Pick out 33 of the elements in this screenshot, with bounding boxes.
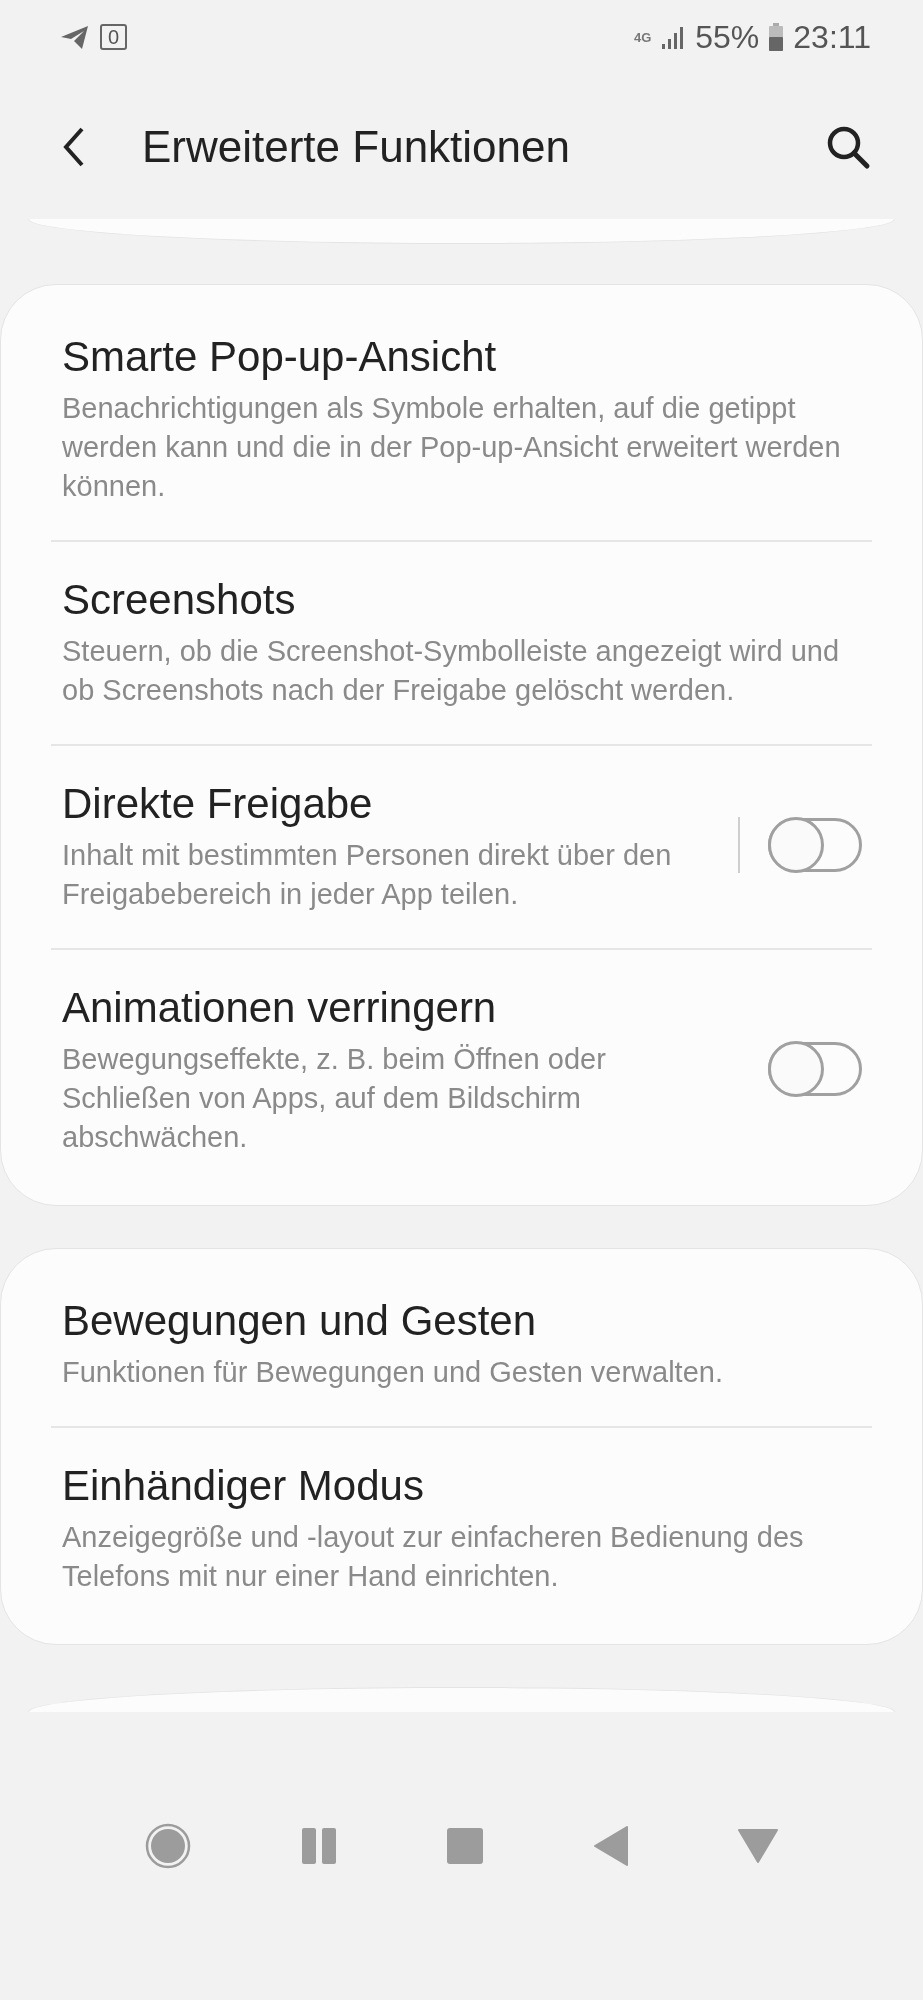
item-description: Anzeigegröße und -layout zur einfacheren Bedienung des Telefons mit nur einer Hand einrichten. [62,1520,805,1594]
settings-item[interactable]: Smarte Pop-up-Ansicht Benachrichtigungen als Symbole erhalten, auf die getippt werden kann und die in der Pop-up-Ansicht erweitert werden können. [1,299,922,540]
item-description: Steuern, ob die Screenshot-Symbolleiste angezeigt wird und ob Screenshots nach der Freigabe gelöscht werden. [62,634,840,708]
item-title: Einhändiger Modus [62,1461,425,1511]
settings-item[interactable]: Bewegungen und Gesten Funktionen für Bewegungen und Gesten verwalten. [1,1263,922,1426]
clock: 23:11 [793,18,871,56]
pause-icon[interactable] [301,1828,338,1864]
down-triangle-icon[interactable] [737,1829,778,1863]
back-triangle-icon[interactable] [593,1826,628,1866]
item-title: Smarte Pop-up-Ansicht [62,332,498,382]
signal-icon [661,24,686,50]
item-title: Animationen verringern [62,983,498,1033]
battery-icon [769,23,784,51]
settings-item[interactable]: Screenshots Steuern, ob die Screenshot-Symbolleiste angezeigt wird und ob Screenshots nach der Freigabe gelöscht werden. [1,542,922,744]
item-title: Screenshots [62,575,297,625]
item-title: Direkte Freigabe [62,779,374,829]
settings-item[interactable]: Einhändiger Modus Anzeigegröße und -layout zur einfacheren Bedienung des Telefons mit nur einer Hand einrichten. [1,1428,922,1630]
item-title: Bewegungen und Gesten [62,1296,538,1346]
page-title: Erweiterte Funktionen [142,121,571,172]
item-description: Benachrichtigungen als Symbole erhalten, auf die getippt werden kann und die in der Pop-up-Ansicht erweitert werden können. [62,391,842,504]
item-description: Funktionen für Bewegungen und Gesten verwalten. [62,1355,724,1390]
network-type: 4G [633,29,652,45]
battery-percent: 55% [695,18,760,56]
record-icon[interactable] [145,1823,192,1869]
notification-count: 0 [100,24,128,50]
toggle-switch[interactable] [768,1041,862,1096]
item-description: Bewegungseffekte, z. B. beim Öffnen oder Schließen von Apps, auf dem Bildschirm abschwächen. [62,1042,607,1155]
settings-item[interactable]: Animationen verringern Bewegungseffekte, z. B. beim Öffnen oder Schließen von Apps, auf dem Bildschirm abschwächen. [1,950,922,1191]
stop-icon[interactable] [447,1828,484,1864]
item-description: Inhalt mit bestimmten Personen direkt über den Freigabebereich in jeder App teilen. [62,838,673,912]
toggle-switch[interactable] [768,818,862,872]
send-icon [60,24,90,50]
settings-item[interactable]: Direkte Freigabe Inhalt mit bestimmten Personen direkt über den Freigabebereich in jeder App teilen. [1,746,922,948]
